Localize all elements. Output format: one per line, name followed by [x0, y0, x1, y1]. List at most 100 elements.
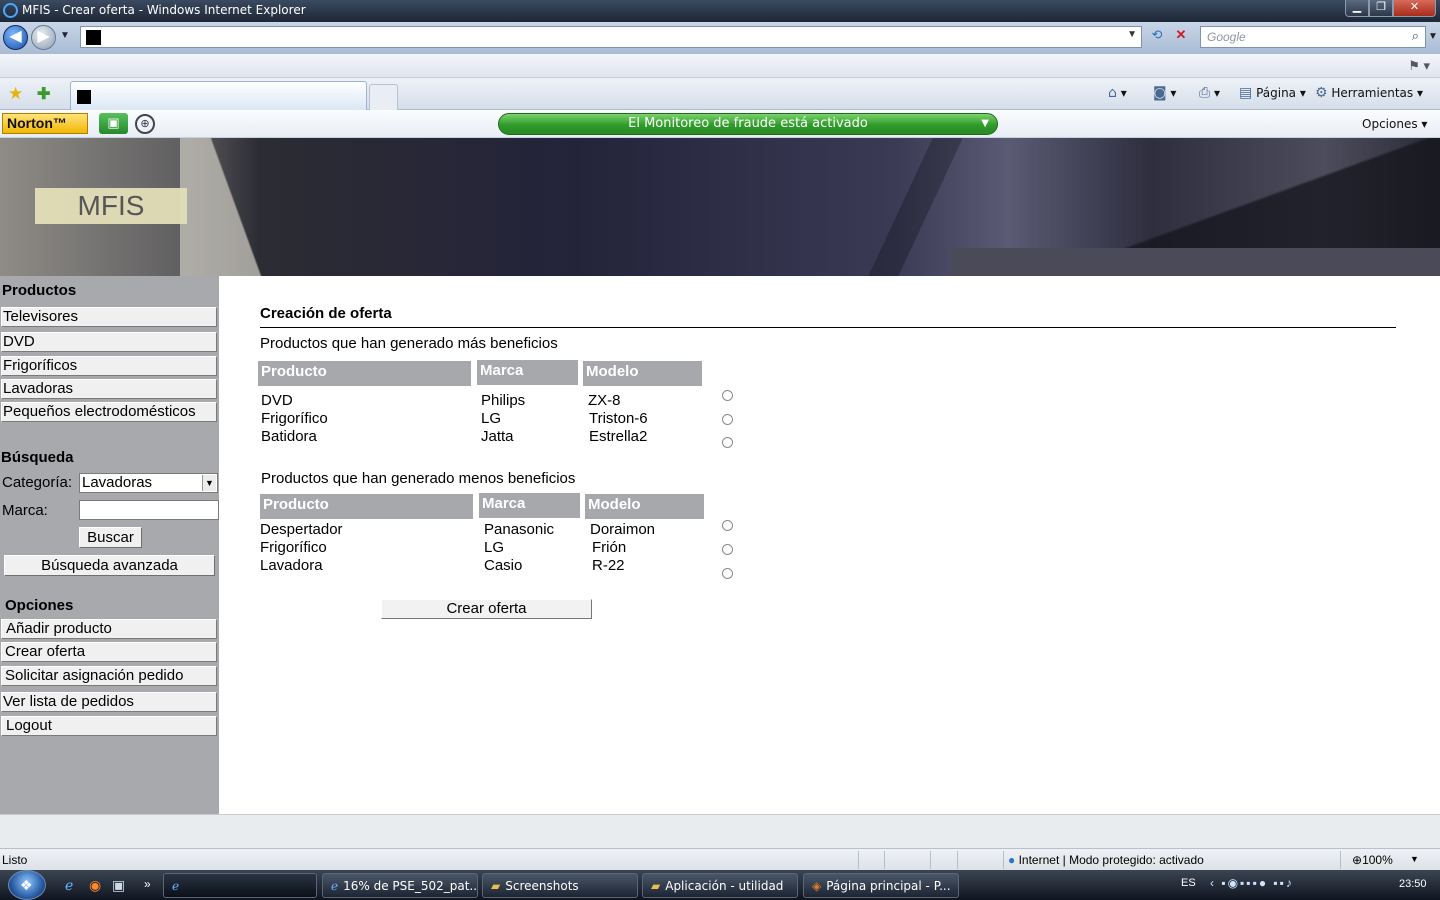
page-icon	[86, 30, 101, 45]
top-row-2-radio-button[interactable]	[722, 414, 733, 425]
close-button[interactable]: ✕	[1393, 0, 1436, 17]
sidebar-item-pequenos-electrodomesticos[interactable]: Pequeños electrodomésticos	[1, 402, 217, 422]
task-pagina-principal[interactable]: ◈ Página principal - P...	[803, 873, 959, 898]
sidebar-item-dvd[interactable]: DVD	[1, 332, 217, 352]
top-row-1-radio-button[interactable]	[722, 390, 733, 401]
window-title: MFIS - Crear oferta	[22, 3, 135, 17]
task-screenshots-label: Screenshots	[505, 879, 579, 893]
search-input[interactable]: Google ⌕	[1200, 26, 1426, 48]
category-value: Lavadoras	[82, 474, 153, 491]
globe-icon: ●	[1008, 853, 1016, 867]
category-select[interactable]: Lavadoras ▼	[79, 473, 218, 493]
sidebar-item-frigorificos[interactable]: Frigoríficos	[1, 356, 217, 376]
norton-computer-icon[interactable]: ▣	[99, 113, 128, 134]
tab-current[interactable]	[70, 81, 367, 110]
sidebar-item-lavadoras[interactable]: Lavadoras	[1, 379, 217, 399]
top-row-3-radio-button[interactable]	[722, 437, 733, 448]
norton-globe-icon[interactable]: ⊕	[135, 114, 155, 134]
bottom-row-3-radio-button[interactable]	[722, 568, 733, 579]
gear-icon: ⚙	[1315, 85, 1328, 101]
favorites-star-icon[interactable]: ★	[8, 84, 23, 104]
bottom-row-1-marca: Panasonic	[484, 521, 555, 538]
firefox-quicklaunch-icon[interactable]: ◉	[89, 877, 101, 894]
brand-input[interactable]	[79, 500, 219, 520]
norton-logo[interactable]: Norton™	[2, 113, 88, 134]
bottom-row-1-radio-button[interactable]	[722, 520, 733, 531]
task-ie-active[interactable]: ℯ	[163, 873, 317, 898]
start-button[interactable]: ❖	[8, 870, 46, 900]
bottom-column-header-producto: Producto	[260, 494, 473, 519]
bottom-row-1-producto: Despertador	[260, 521, 343, 538]
browser-icon: ◈	[812, 879, 822, 893]
folder-icon: ▰	[491, 879, 501, 893]
minimize-button[interactable]: ▁	[1345, 0, 1369, 17]
fraud-monitor-text: El Monitoreo de fraude está activado	[628, 116, 868, 131]
recent-pages-dropdown-icon[interactable]: ▼	[60, 30, 70, 41]
back-button[interactable]: ◀	[3, 25, 28, 50]
window-title-bar: MFIS - Crear oferta - Windows Internet E…	[0, 0, 1440, 22]
home-button[interactable]: ⌂ ▾	[1108, 85, 1127, 101]
sidebar-item-solicitar-asignacion[interactable]: Solicitar asignación pedido	[1, 666, 217, 686]
bottom-row-2-radio-button[interactable]	[722, 544, 733, 555]
bottom-products-label: Productos que han generado menos benefic…	[261, 470, 576, 487]
sidebar-item-crear-oferta[interactable]: Crear oferta	[1, 642, 217, 662]
category-label: Categoría:	[2, 474, 73, 491]
page-bottom-area	[0, 814, 1440, 848]
address-bar[interactable]: ▼	[80, 26, 1142, 48]
tools-menu[interactable]: ⚙ Herramientas ▾	[1315, 85, 1423, 101]
sidebar-item-logout[interactable]: Logout	[1, 716, 217, 736]
page-menu[interactable]: ▤ Página ▾	[1239, 85, 1306, 101]
search-icon[interactable]: ⌕	[1412, 28, 1419, 44]
add-favorite-icon[interactable]: ✚	[37, 84, 50, 104]
search-button[interactable]: Buscar	[79, 527, 142, 548]
zoom-value: 100%	[1362, 853, 1393, 867]
maximize-button[interactable]: ❐	[1369, 0, 1393, 17]
tools-menu-label: Herramientas	[1331, 86, 1414, 100]
sidebar: Productos Televisores DVD Frigoríficos L…	[0, 276, 219, 814]
language-indicator[interactable]: ES	[1181, 877, 1196, 889]
fraud-monitor-status[interactable]: El Monitoreo de fraude está activado ▼	[498, 113, 998, 135]
forward-button[interactable]: ▶	[31, 25, 56, 50]
desktop-quicklaunch-icon[interactable]: ▣	[112, 877, 125, 894]
print-button[interactable]: ⎙ ▾	[1199, 85, 1220, 101]
task-aplicacion-label: Aplicación - utilidad	[665, 879, 784, 893]
address-dropdown-icon[interactable]: ▼	[1127, 29, 1137, 40]
zoom-dropdown-icon[interactable]: ▼	[1410, 854, 1419, 864]
refresh-button[interactable]: ⟲	[1146, 27, 1168, 47]
norton-options-menu[interactable]: Opciones ▾	[1362, 117, 1427, 131]
clock[interactable]: 23:50	[1399, 878, 1427, 890]
norton-options-label: Opciones	[1362, 117, 1418, 131]
navigation-bar: ◀ ▶ ▼ ▼ ⟲ ✕ Google ⌕ ▼	[0, 22, 1440, 54]
search-heading: Búsqueda	[1, 449, 74, 466]
sidebar-item-anadir-producto[interactable]: Añadir producto	[1, 619, 217, 639]
site-banner: MFIS	[0, 138, 1440, 276]
site-logo: MFIS	[35, 188, 187, 224]
task-screenshots[interactable]: ▰ Screenshots	[482, 873, 638, 898]
compatibility-bar: ⚑ ▾	[0, 54, 1440, 78]
task-aplicacion[interactable]: ▰ Aplicación - utilidad	[642, 873, 798, 898]
ie-logo-icon	[3, 3, 18, 18]
search-placeholder: Google	[1207, 30, 1246, 44]
task-pse[interactable]: ℯ 16% de PSE_502_pat...	[322, 873, 478, 898]
advanced-search-button[interactable]: Búsqueda avanzada	[4, 555, 215, 576]
tab-bar: ★ ✚ ⌂ ▾ ◙ ▾ ⎙ ▾ ▤ Página ▾ ⚙ Herramienta…	[0, 78, 1440, 110]
home-icon: ⌂	[1108, 85, 1117, 101]
bottom-row-3-marca: Casio	[484, 557, 523, 574]
norton-toolbar: Norton™ ▣ ⊕ El Monitoreo de fraude está …	[0, 110, 1440, 138]
sidebar-item-ver-pedidos[interactable]: Ver lista de pedidos	[1, 692, 217, 712]
security-zone[interactable]: ● Internet | Modo protegido: activado	[1008, 853, 1204, 867]
sidebar-item-televisores[interactable]: Televisores	[1, 307, 217, 327]
system-tray-icons[interactable]: ‹ ▪◉▪▪▪● ▪▪♪	[1210, 876, 1294, 890]
stop-button[interactable]: ✕	[1170, 27, 1192, 47]
compat-view-icon[interactable]: ⚑ ▾	[1408, 58, 1430, 74]
bottom-row-3-modelo: R-22	[592, 557, 625, 574]
create-offer-button[interactable]: Crear oferta	[381, 599, 592, 619]
more-quicklaunch[interactable]: »	[144, 877, 151, 891]
feeds-icon: ◙	[1153, 85, 1167, 101]
zoom-level[interactable]: ⊕100%	[1352, 853, 1393, 867]
search-options-dropdown-icon[interactable]: ▼	[1428, 31, 1438, 42]
feeds-button[interactable]: ◙ ▾	[1153, 85, 1176, 101]
ie-quicklaunch-icon[interactable]: ℯ	[65, 877, 73, 894]
new-tab-button[interactable]	[369, 84, 398, 110]
security-zone-text: Internet | Modo protegido: activado	[1018, 853, 1204, 867]
